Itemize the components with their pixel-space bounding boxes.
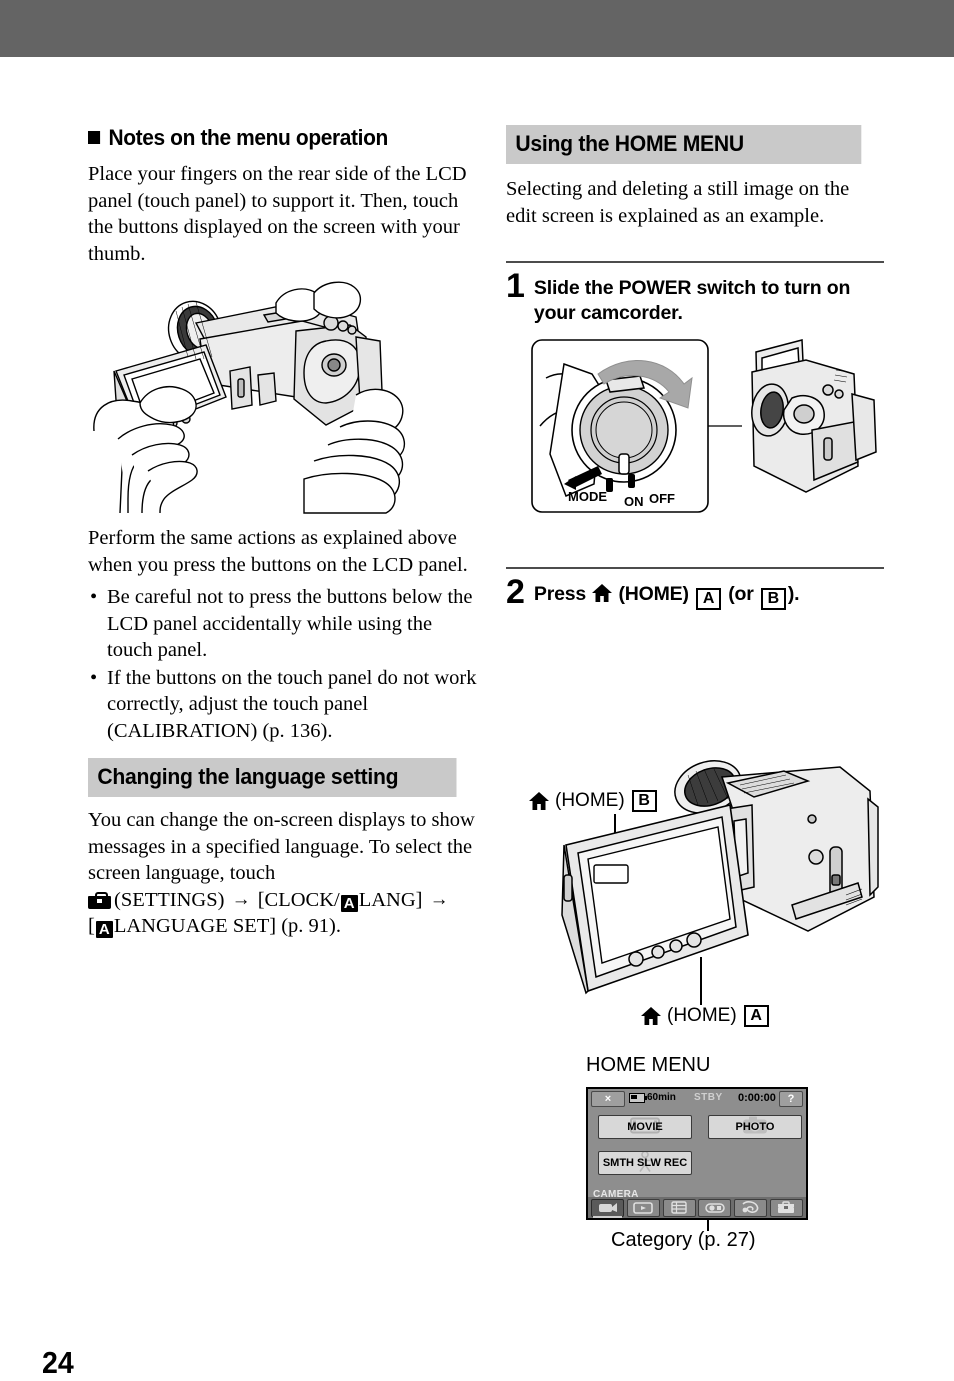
notes-bullet-list: • Be careful not to press the buttons bel…	[88, 584, 480, 744]
notes-body-text: Place your fingers on the rear side of t…	[88, 163, 467, 265]
list-item-text: Be careful not to press the buttons belo…	[107, 586, 473, 661]
home-icon	[591, 583, 613, 603]
step-2-number: 2	[506, 573, 525, 611]
close-button[interactable]: ×	[591, 1091, 625, 1107]
home-a-callout: (HOME) A	[640, 1005, 771, 1027]
square-bullet-icon	[88, 130, 101, 144]
home-menu-body-text: Selecting and deleting a still image on …	[506, 178, 850, 227]
settings-toolbox-icon	[88, 891, 111, 909]
view-images-category-icon[interactable]	[626, 1198, 660, 1217]
others-category-icon[interactable]	[734, 1198, 768, 1217]
category-bar	[588, 1197, 806, 1218]
help-button[interactable]: ?	[779, 1091, 803, 1107]
right-column: Using the HOME MENU Selecting and deleti…	[506, 125, 884, 618]
step-2-home-word: (HOME)	[618, 583, 689, 605]
badge-a-icon: A	[743, 1005, 769, 1027]
right-arrow-icon: →	[231, 888, 251, 910]
step-2-text: Press (HOME) A (or B).	[533, 576, 800, 610]
edit-category-icon[interactable]	[698, 1198, 732, 1217]
battery-label: 60min	[647, 1092, 676, 1103]
movie-button-label: MOVIE	[627, 1121, 663, 1133]
bullet-dot-icon: •	[90, 666, 98, 689]
settings-category-icon[interactable]	[769, 1198, 803, 1217]
on-label: ON	[624, 494, 644, 509]
language-a-icon: A	[95, 921, 113, 938]
manage-media-category-icon[interactable]	[662, 1198, 696, 1217]
home-menu-section-heading: Using the HOME MENU	[506, 125, 862, 164]
movie-button[interactable]: MOVIE	[598, 1115, 692, 1139]
camcorder-hands-illustration	[88, 279, 480, 519]
recording-status: STBY	[694, 1092, 723, 1103]
badge-b-icon: B	[760, 588, 786, 610]
lcd-button-grid: MOVIE PHOTO SMTH SLW REC	[588, 1109, 806, 1187]
battery-indicator: 60min	[629, 1092, 676, 1103]
language-body-text: You can change the on-screen displays to…	[88, 807, 480, 940]
power-switch-illustration: MODE ON OFF	[506, 334, 884, 559]
language-body-sentence: You can change the on-screen displays to…	[88, 809, 475, 884]
list-item-text: If the buttons on the touch panel do not…	[107, 666, 477, 742]
language-section-heading-label: Changing the language setting	[97, 764, 399, 789]
notes-heading: Notes on the menu operation	[88, 125, 453, 151]
clock-lang-open: [CLOCK/	[257, 888, 340, 911]
left-column: Notes on the menu operation Place your f…	[88, 125, 480, 946]
clock-lang-close: LANG]	[358, 888, 423, 911]
home-icon	[640, 1006, 662, 1026]
category-caption: Category (p. 27)	[611, 1229, 756, 1251]
timecode: 0:00:00	[738, 1092, 776, 1104]
list-item: • Be careful not to press the buttons bel…	[88, 584, 480, 664]
home-menu-screen-label: HOME MENU	[586, 1054, 711, 1076]
step-1: 1 Slide the POWER switch to turn on your…	[506, 267, 884, 326]
photo-button[interactable]: PHOTO	[708, 1115, 802, 1139]
step-2: 2 Press (HOME) A (or B).	[506, 573, 884, 611]
step-2-divider	[506, 567, 884, 569]
home-menu-screen: × 60min STBY 0:00:00 ? MOVIE PHOTO SMTH …	[586, 1087, 808, 1220]
battery-icon	[629, 1092, 647, 1103]
page-top-band	[0, 0, 954, 57]
home-menu-heading-label: Using the HOME MENU	[515, 131, 744, 156]
step-1-divider	[506, 261, 884, 263]
page-content: Notes on the menu operation Place your f…	[0, 57, 954, 1380]
camera-category-icon[interactable]	[591, 1198, 624, 1218]
language-a-icon: A	[340, 894, 358, 912]
mode-label: MODE	[568, 489, 607, 504]
photo-button-label: PHOTO	[735, 1121, 775, 1133]
after-figure-text: Perform the same actions as explained ab…	[88, 527, 468, 576]
camcorder-home-button-illustration	[540, 747, 880, 1012]
smooth-slow-rec-button[interactable]: SMTH SLW REC	[598, 1151, 692, 1175]
smooth-slow-rec-label: SMTH SLW REC	[602, 1157, 688, 1169]
language-set-open-bracket: [	[88, 915, 95, 937]
step-1-number: 1	[506, 267, 525, 305]
step-2-text-before: Press	[533, 583, 587, 605]
lcd-status-bar: × 60min STBY 0:00:00 ?	[588, 1089, 806, 1107]
badge-a-icon: A	[696, 588, 722, 610]
home-a-callout-label: (HOME)	[667, 1005, 737, 1026]
step-2-text-end: ).	[787, 583, 800, 605]
right-arrow-icon: →	[429, 888, 449, 910]
step-1-text: Slide the POWER switch to turn on your c…	[533, 277, 851, 324]
page-number: 24	[42, 1345, 74, 1380]
notes-heading-label: Notes on the menu operation	[108, 125, 388, 150]
settings-label: (SETTINGS)	[114, 888, 225, 911]
language-section-heading: Changing the language setting	[88, 758, 457, 797]
step-2-text-mid: (or	[728, 583, 754, 605]
leader-line-a	[700, 957, 702, 1005]
off-label: OFF	[649, 491, 675, 506]
list-item: • If the buttons on the touch panel do no…	[88, 665, 480, 745]
language-set-text: LANGUAGE SET] (p. 91).	[113, 915, 341, 937]
bullet-dot-icon: •	[90, 586, 98, 608]
